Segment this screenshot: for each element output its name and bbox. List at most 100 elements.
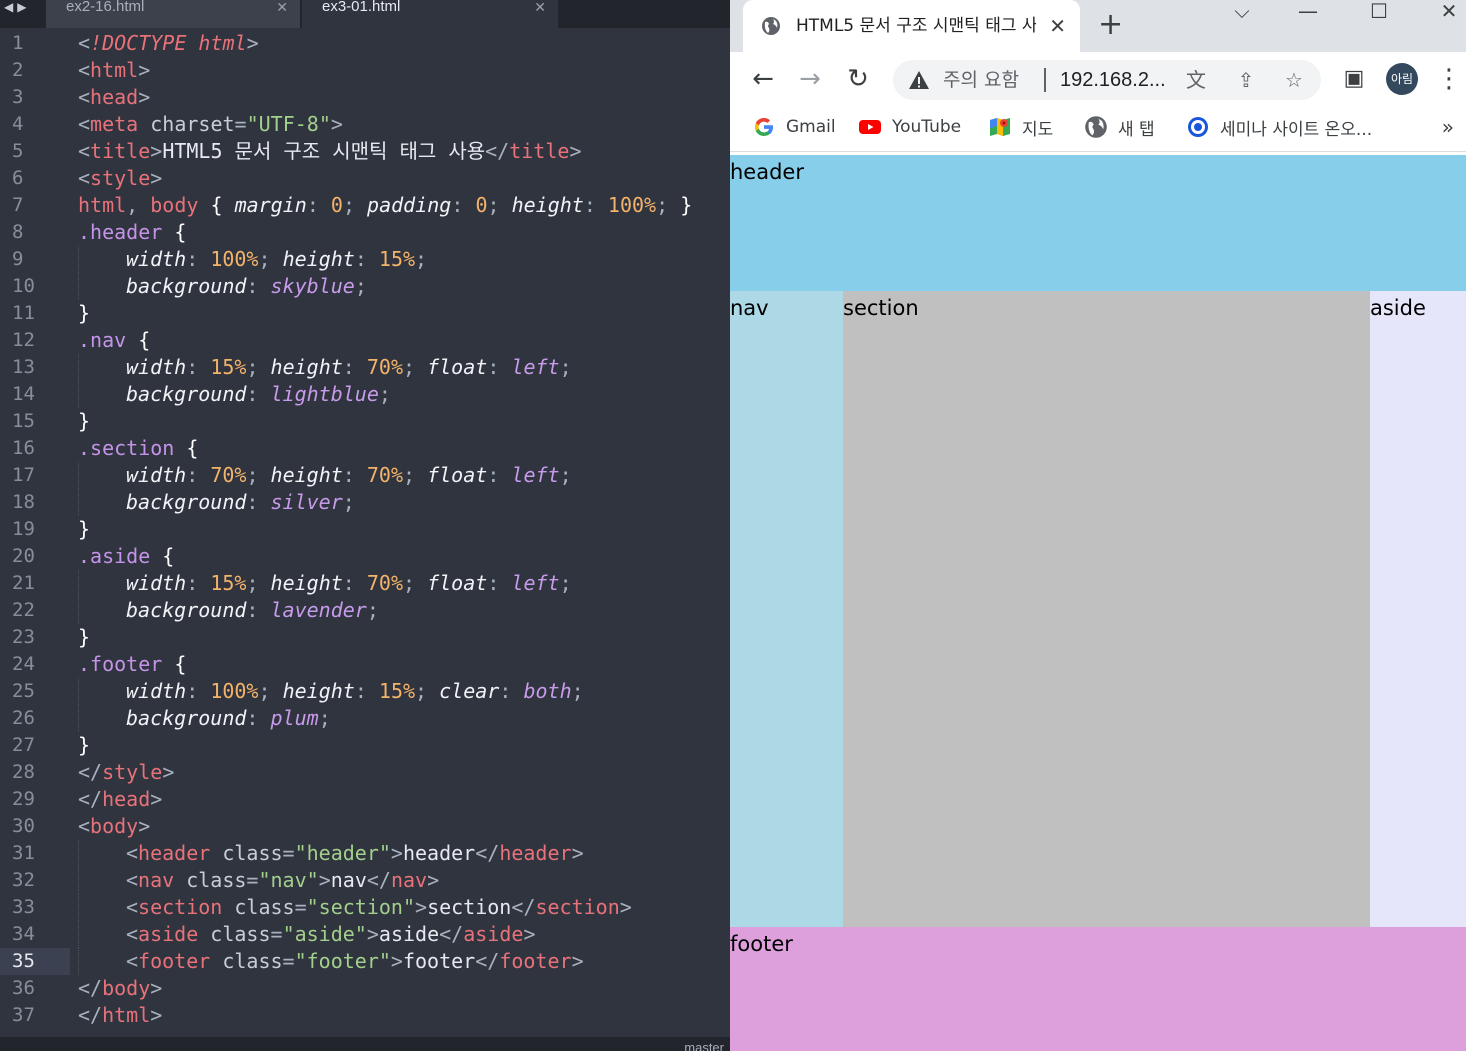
bookmarks-overflow-button[interactable]: » [1442, 114, 1454, 140]
line-number: 23 [12, 626, 35, 648]
indent-guide [78, 462, 79, 489]
code-token: ; [342, 490, 355, 514]
code-token: aside [378, 922, 440, 946]
line-number: 15 [12, 410, 35, 432]
code-token: } [78, 301, 91, 325]
line-number: 35 [0, 948, 70, 975]
bookmark-gmail[interactable]: Gmail [752, 114, 836, 140]
code-token: style [102, 760, 163, 784]
profile-avatar[interactable]: 아림 [1386, 63, 1418, 95]
bookmark-new-tab[interactable]: 새 탭 [1084, 114, 1155, 140]
code-token: < [78, 112, 91, 136]
code-token: : [487, 355, 512, 379]
translate-icon[interactable]: 文 [1182, 66, 1210, 94]
code-token: : [186, 679, 211, 703]
security-status-label[interactable]: 주의 요함 [943, 67, 1019, 93]
code-token: </ [78, 760, 103, 784]
code-token: width [126, 679, 187, 703]
reload-icon[interactable]: ↻ [841, 62, 875, 96]
code-token: > [138, 85, 151, 109]
code-token: left [511, 571, 560, 595]
back-arrow-icon[interactable]: ← [746, 62, 780, 96]
tab-scroll-right-icon[interactable]: ▶ [17, 0, 26, 18]
code-token: ; [258, 247, 283, 271]
code-token: ; [559, 463, 572, 487]
indent-guide [78, 948, 79, 975]
window-close-icon[interactable]: ✕ [1434, 0, 1464, 24]
url-text[interactable]: 192.168.2... [1060, 67, 1166, 93]
line-number: 14 [12, 383, 35, 405]
maximize-icon[interactable]: ☐ [1364, 0, 1394, 24]
code-token: width [126, 571, 187, 595]
browser-tab[interactable]: HTML5 문서 구조 시맨틱 태그 사용 ✕ [743, 0, 1080, 52]
code-token: background [126, 598, 247, 622]
code-token: 15% [378, 679, 416, 703]
code-token: lavender [270, 598, 367, 622]
bookmark-star-icon[interactable]: ☆ [1280, 66, 1308, 94]
code-token: : [499, 679, 524, 703]
code-token: header [499, 841, 572, 865]
page-nav-block: nav [730, 291, 843, 927]
code-token: 70% [210, 463, 247, 487]
code-token: ; [403, 355, 428, 379]
close-icon[interactable]: ✕ [1049, 14, 1066, 38]
code-token: > [330, 112, 343, 136]
line-number-gutter: 1 2 3 4 5 6 7 8 9 10 11 12 13 14 15 16 17 18 19 20 21 22 23 24 2… [0, 30, 70, 1029]
code-line: } [78, 732, 728, 759]
bookmark-maps[interactable]: 지도 [988, 114, 1053, 140]
code-token: .header [78, 220, 163, 244]
minimize-icon[interactable]: — [1293, 0, 1323, 24]
code-token: ; [656, 193, 681, 217]
browser-window: HTML5 문서 구조 시맨틱 태그 사용 ✕ + ⌵ — ☐ ✕ ← → ↻ … [730, 0, 1466, 1051]
code-token: 100% [210, 247, 259, 271]
code-token: "UTF-8" [246, 112, 331, 136]
code-line: background: silver; [78, 489, 728, 516]
code-token: height [282, 679, 355, 703]
code-token: ; [403, 463, 428, 487]
code-token: : [246, 490, 271, 514]
code-token: title [90, 139, 151, 163]
code-token: "section" [306, 895, 416, 919]
new-tab-button[interactable]: + [1098, 10, 1123, 40]
editor-tab-ex3-01[interactable]: ex3-01.html ✕ [302, 0, 558, 28]
line-number: 30 [12, 815, 35, 837]
code-line: </body> [78, 975, 728, 1002]
bookmark-youtube[interactable]: YouTube [858, 114, 961, 140]
code-token: "aside" [282, 922, 367, 946]
code-token: nav [138, 868, 175, 892]
code-token: > [427, 868, 440, 892]
forward-arrow-icon[interactable]: → [793, 62, 827, 96]
code-token: : [354, 247, 379, 271]
address-bar[interactable]: 주의 요함 192.168.2... 文 ⇪ ☆ [893, 60, 1321, 100]
line-number: 31 [12, 842, 35, 864]
code-token: : [342, 571, 367, 595]
code-token: margin [234, 193, 307, 217]
share-icon[interactable]: ⇪ [1232, 66, 1260, 94]
bookmark-seminar[interactable]: 세미나 사이트 온오... [1186, 114, 1372, 140]
page-footer-block: footer [730, 927, 1466, 1051]
editor-tab-ex2-16[interactable]: ex2-16.html ✕ [46, 0, 300, 28]
tab-search-chevron-icon[interactable]: ⌵ [1227, 0, 1257, 24]
tab-scroll-left-icon[interactable]: ◀ [4, 0, 13, 18]
bookmark-label: Gmail [786, 117, 836, 137]
code-token: > [571, 841, 584, 865]
code-token: left [511, 463, 560, 487]
code-token: background [126, 274, 247, 298]
git-branch-label[interactable]: master [684, 1041, 724, 1051]
code-line: .header { [78, 219, 728, 246]
code-token: ; [378, 382, 391, 406]
menu-dots-icon[interactable]: ⋮ [1432, 62, 1466, 96]
close-icon[interactable]: ✕ [534, 0, 546, 14]
code-token: > [366, 922, 379, 946]
code-token: ; [246, 571, 271, 595]
bookmark-label: 새 탭 [1118, 119, 1155, 140]
code-editor: ◀ ▶ ex2-16.html ✕ ex3-01.html ✕ 12345678… [0, 0, 730, 1051]
line-number: 36 [12, 977, 35, 999]
code-token: > [390, 949, 403, 973]
side-panel-icon[interactable]: ▣ [1337, 62, 1371, 96]
code-area[interactable]: <!DOCTYPE html> <html> <head> <meta charset… [78, 30, 728, 1029]
code-token: aside [463, 922, 524, 946]
warning-icon[interactable] [908, 69, 930, 91]
tab-scroll-arrows[interactable]: ◀ ▶ [4, 0, 26, 18]
close-icon[interactable]: ✕ [276, 0, 288, 14]
